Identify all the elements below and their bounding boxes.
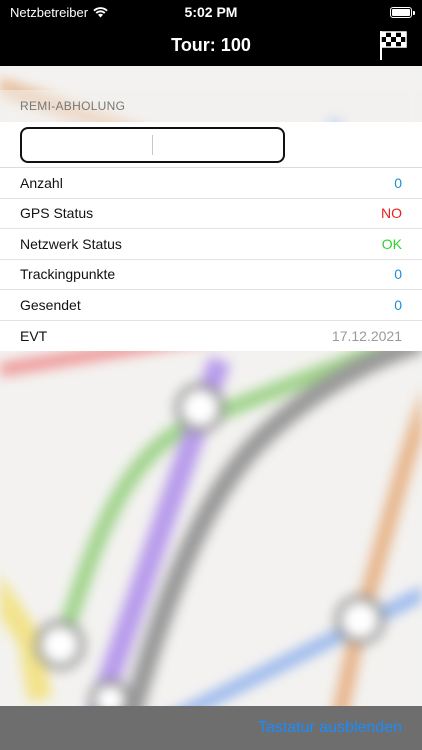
row-gps-status: GPS Status NO: [0, 199, 422, 229]
row-value: 0: [394, 266, 402, 283]
tour-input[interactable]: [20, 126, 285, 163]
input-row: [0, 122, 422, 168]
battery-icon: [389, 6, 415, 18]
row-evt: EVT 17.12.2021: [0, 321, 422, 352]
row-value: 17.12.2021: [331, 327, 402, 344]
row-netzwerk-status: Netzwerk Status OK: [0, 229, 422, 260]
page-title: Tour: 100: [171, 34, 251, 55]
row-label: Trackingpunkte: [20, 266, 116, 283]
status-right: [272, 6, 415, 18]
checkered-flag-icon[interactable]: [376, 28, 410, 62]
wifi-icon: [93, 6, 108, 17]
row-value: 0: [394, 174, 402, 191]
row-label: EVT: [20, 327, 48, 344]
info-list: Anzahl 0 GPS Status NO Netzwerk Status O…: [0, 122, 422, 351]
row-trackingpunkte: Trackingpunkte 0: [0, 260, 422, 290]
navigation-bar: Tour: 100: [0, 24, 422, 66]
row-value: 0: [394, 296, 402, 313]
keyboard-accessory-bar: Tastatur ausblenden: [0, 706, 422, 750]
row-anzahl: Anzahl 0: [0, 168, 422, 199]
section-header: REMI-ABHOLUNG: [0, 90, 422, 122]
status-left: Netzbetreiber: [10, 5, 150, 20]
row-value: NO: [381, 205, 402, 222]
status-time: 5:02 PM: [184, 4, 238, 20]
row-label: GPS Status: [20, 205, 94, 222]
hide-keyboard-button[interactable]: Tastatur ausblenden: [258, 719, 402, 737]
row-gesendet: Gesendet 0: [0, 290, 422, 321]
row-label: Anzahl: [20, 174, 63, 191]
carrier-label: Netzbetreiber: [10, 4, 89, 20]
row-value: OK: [381, 235, 402, 252]
status-bar: Netzbetreiber 5:02 PM: [0, 0, 422, 24]
row-label: Gesendet: [20, 296, 81, 313]
text-caret: [152, 134, 153, 155]
row-label: Netzwerk Status: [20, 235, 122, 252]
